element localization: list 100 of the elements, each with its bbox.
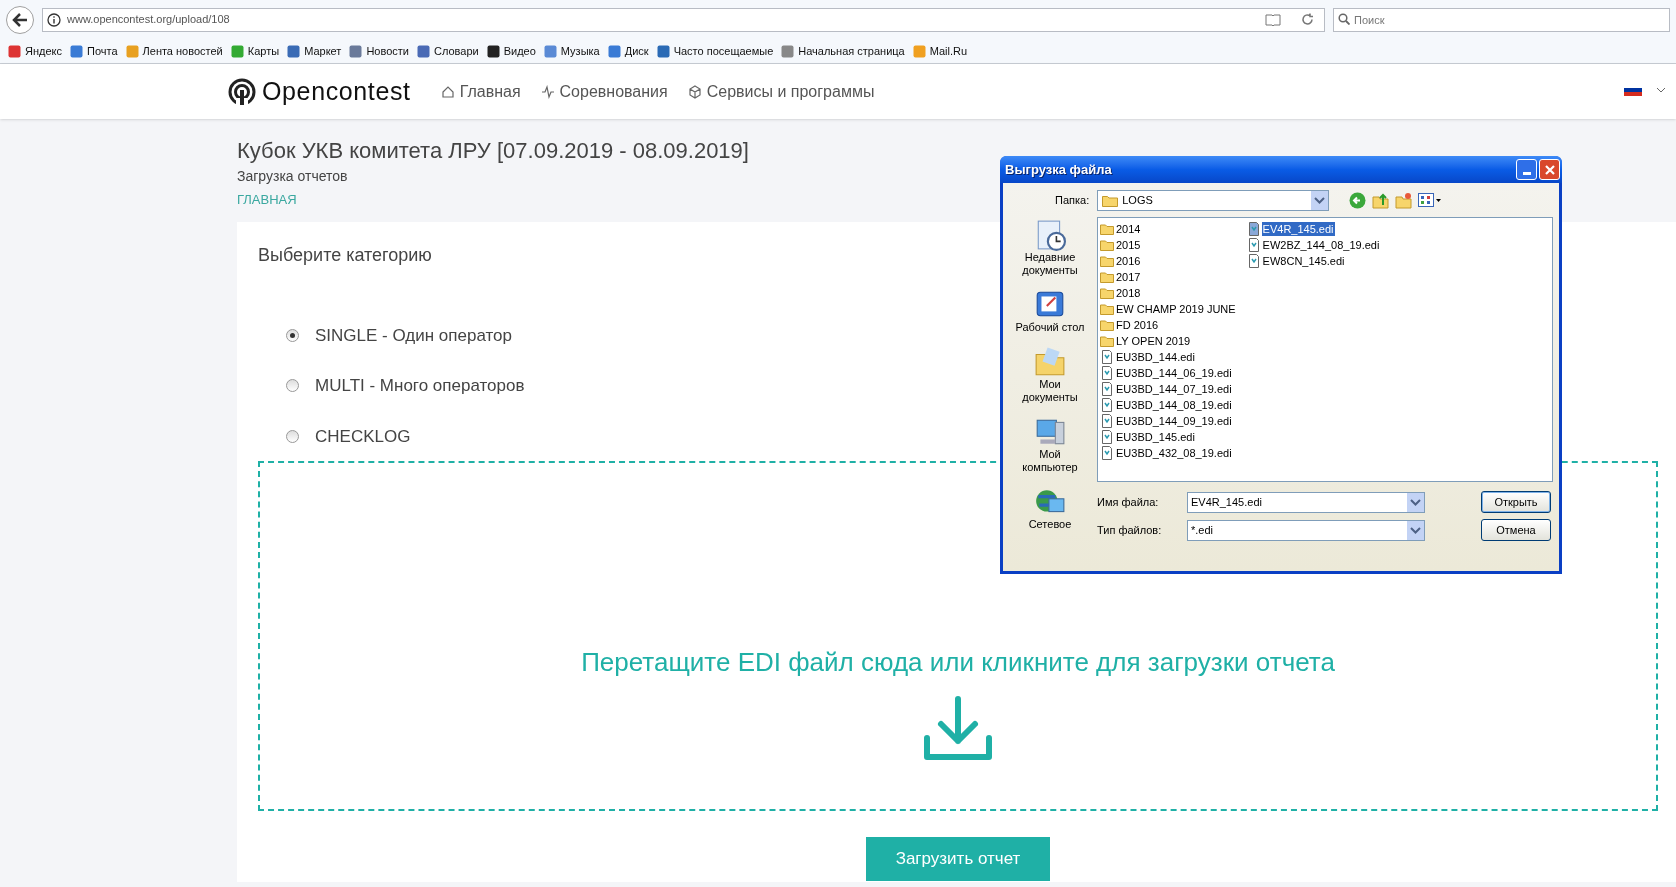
close-button[interactable] bbox=[1539, 159, 1560, 180]
file-item[interactable]: LY OPEN 2019 bbox=[1115, 334, 1192, 348]
bookmark-icon bbox=[349, 44, 363, 58]
file-item[interactable]: EU3BD_144_08_19.edi bbox=[1115, 398, 1233, 412]
file-icon bbox=[1100, 398, 1114, 412]
file-item[interactable]: FD 2016 bbox=[1115, 318, 1160, 332]
site-logo[interactable]: Opencontest bbox=[262, 72, 411, 111]
radio-label[interactable]: SINGLE - Один оператор bbox=[315, 322, 512, 348]
file-item[interactable]: EW2BZ_144_08_19.edi bbox=[1261, 238, 1381, 252]
pulse-icon bbox=[540, 84, 555, 99]
url-text: www.opencontest.org/upload/108 bbox=[67, 12, 231, 28]
file-item[interactable]: EU3BD_144.edi bbox=[1115, 350, 1196, 364]
bookmark-link[interactable]: Карты bbox=[230, 42, 280, 60]
bookmark-icon bbox=[781, 44, 795, 58]
folder-up-icon[interactable] bbox=[1372, 191, 1390, 209]
minimize-button[interactable] bbox=[1516, 159, 1537, 180]
bookmark-icon bbox=[543, 44, 557, 58]
folder-icon bbox=[1100, 286, 1114, 300]
bookmark-link[interactable]: Новости bbox=[349, 42, 409, 60]
folder-icon bbox=[1100, 302, 1114, 316]
bookmark-link[interactable]: Лента новостей bbox=[125, 42, 223, 60]
bookmark-icon bbox=[416, 44, 430, 58]
bookmark-icon bbox=[287, 44, 301, 58]
place-link[interactable]: Рабочий стол bbox=[1015, 321, 1085, 334]
home-icon bbox=[440, 84, 455, 99]
folder-icon bbox=[1100, 254, 1114, 268]
folder-icon bbox=[1102, 193, 1119, 207]
radio-label[interactable]: MULTI - Много операторов bbox=[315, 373, 525, 399]
nav-link[interactable]: Главная bbox=[440, 79, 521, 104]
caret-icon[interactable] bbox=[1656, 87, 1666, 93]
place-link[interactable]: Сетевое bbox=[1028, 518, 1072, 531]
view-menu-icon[interactable] bbox=[1418, 193, 1443, 207]
file-item[interactable]: EV4R_145.edi bbox=[1261, 222, 1335, 236]
new-folder-icon[interactable] bbox=[1395, 191, 1413, 209]
bookmark-link[interactable]: Mail.Ru bbox=[912, 42, 967, 60]
close-icon bbox=[1544, 164, 1555, 175]
file-item[interactable]: 2016 bbox=[1115, 254, 1142, 268]
search-field[interactable]: Поиск bbox=[1333, 8, 1670, 32]
file-item[interactable]: 2015 bbox=[1115, 238, 1142, 252]
bookmark-link[interactable]: Словари bbox=[416, 42, 479, 60]
radio-label[interactable]: CHECKLOG bbox=[315, 423, 411, 449]
file-item[interactable]: EU3BD_432_08_19.edi bbox=[1115, 446, 1233, 460]
bookmark-link[interactable]: Видео bbox=[486, 42, 536, 60]
filename-label: Имя файла: bbox=[1097, 494, 1160, 510]
file-icon bbox=[1100, 446, 1114, 460]
nav-link[interactable]: Сервисы и программы bbox=[687, 79, 875, 104]
folder-icon bbox=[1100, 318, 1114, 332]
file-icon bbox=[1100, 366, 1114, 380]
filename-field[interactable]: EV4R_145.edi bbox=[1187, 491, 1425, 513]
nav-link[interactable]: Соревнования bbox=[540, 79, 668, 104]
file-icon bbox=[1100, 414, 1114, 428]
file-icon bbox=[1246, 222, 1261, 236]
file-icon bbox=[1100, 382, 1114, 396]
radio-button[interactable] bbox=[286, 328, 299, 342]
file-icon bbox=[1246, 238, 1261, 252]
reload-icon[interactable] bbox=[1301, 13, 1314, 26]
address-bar[interactable]: www.opencontest.org/upload/108 bbox=[42, 7, 1325, 32]
folder-icon bbox=[1100, 238, 1114, 252]
search-icon bbox=[1338, 13, 1350, 25]
radio-button[interactable] bbox=[286, 379, 299, 393]
bookmark-icon bbox=[656, 44, 670, 58]
radio-button[interactable] bbox=[286, 429, 299, 443]
bookmark-icon bbox=[912, 44, 926, 58]
bookmark-icon bbox=[230, 44, 244, 58]
cancel-button[interactable]: Отмена bbox=[1481, 519, 1551, 541]
dropzone-text: Перетащите EDI файл сюда или кликните для загрузки отчета bbox=[581, 646, 1335, 679]
back-icon[interactable] bbox=[1349, 191, 1367, 209]
file-item[interactable]: EW8CN_145.edi bbox=[1261, 254, 1346, 268]
folder-icon bbox=[1100, 222, 1114, 236]
logo-icon bbox=[228, 77, 256, 106]
bookmark-link[interactable]: Почта bbox=[70, 42, 118, 60]
open-button[interactable]: Открыть bbox=[1481, 491, 1551, 513]
bookmark-link[interactable]: Часто посещаемые bbox=[656, 42, 774, 60]
file-icon bbox=[1246, 254, 1261, 268]
file-icon bbox=[1100, 430, 1114, 444]
page-subtitle: Загрузка отчетов bbox=[237, 167, 348, 186]
bookmark-link[interactable]: Диск bbox=[607, 42, 649, 60]
file-icon bbox=[1100, 350, 1114, 364]
dialog-title: Выгрузка файла bbox=[1005, 160, 1112, 179]
file-item[interactable]: 2014 bbox=[1115, 222, 1142, 236]
place-link[interactable]: Недавние документы bbox=[1010, 251, 1090, 277]
bookmark-link[interactable]: Музыка bbox=[543, 42, 600, 60]
file-item[interactable]: 2017 bbox=[1115, 270, 1142, 284]
place-link[interactable]: Мои документы bbox=[1010, 378, 1090, 404]
back-button[interactable] bbox=[6, 5, 34, 34]
file-item[interactable]: EU3BD_144_09_19.edi bbox=[1115, 414, 1233, 428]
bookmark-link[interactable]: Маркет bbox=[287, 42, 342, 60]
file-item[interactable]: EU3BD_145.edi bbox=[1115, 430, 1196, 444]
file-item[interactable]: EW CHAMP 2019 JUNE bbox=[1115, 302, 1237, 316]
file-item[interactable]: EU3BD_144_07_19.edi bbox=[1115, 382, 1233, 396]
bookmark-icon bbox=[125, 44, 139, 58]
folder-dropdown[interactable]: LOGS bbox=[1097, 189, 1330, 211]
reader-view-icon[interactable] bbox=[1265, 13, 1281, 26]
file-item[interactable]: 2018 bbox=[1115, 286, 1142, 300]
bookmark-link[interactable]: Яндекс bbox=[8, 42, 62, 60]
file-item[interactable]: EU3BD_144_06_19.edi bbox=[1115, 366, 1233, 380]
bookmark-link[interactable]: Начальная страница bbox=[781, 42, 905, 60]
filetype-dropdown[interactable]: *.edi bbox=[1187, 519, 1425, 541]
folder-label: Папка: bbox=[1055, 192, 1090, 208]
download-icon bbox=[923, 696, 993, 762]
